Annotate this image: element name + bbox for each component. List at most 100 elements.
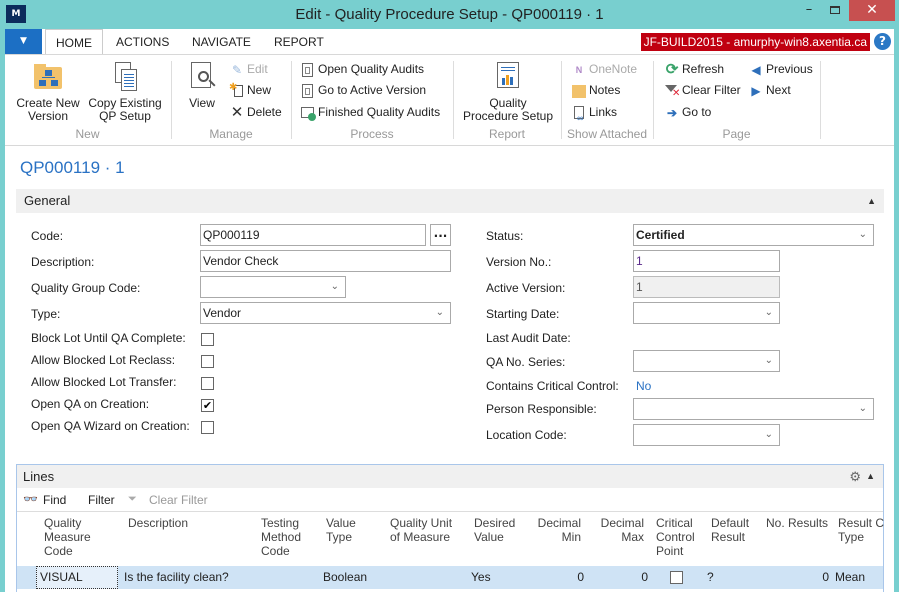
quality-procedure-setup-report-button[interactable]: Quality Procedure Setup — [460, 61, 556, 123]
copy-existing-qp-setup-button[interactable]: Copy Existing QP Setup — [85, 61, 165, 123]
lines-toolbar: 👓 Find Filter ⏷ Clear Filter — [17, 488, 883, 512]
create-new-version-button[interactable]: Create New Version — [13, 61, 83, 123]
collapse-icon[interactable]: ▲ — [866, 465, 875, 488]
code-field[interactable]: QP000119 — [200, 224, 426, 246]
allow-transfer-checkbox[interactable] — [201, 377, 214, 390]
allow-reclass-checkbox[interactable] — [201, 355, 214, 368]
collapse-icon[interactable]: ▲ — [867, 189, 876, 213]
cell-desired-value[interactable]: Yes — [471, 570, 491, 584]
go-to-label: Go to — [682, 105, 712, 119]
open-wizard-checkbox[interactable] — [201, 421, 214, 434]
description-field[interactable]: Vendor Check — [200, 250, 451, 272]
application-menu-button[interactable]: ▼ — [5, 29, 42, 54]
links-button[interactable]: ∞ Links — [571, 103, 617, 122]
location-code-dropdown[interactable]: ⌄ — [633, 424, 780, 446]
gears-icon[interactable]: ⚙ — [849, 465, 861, 488]
onenote-button[interactable]: N OneNote — [571, 60, 637, 78]
app-window: M Edit - Quality Procedure Setup - QP000… — [0, 0, 899, 592]
open-qa-checkbox[interactable]: ✔ — [201, 399, 214, 412]
help-icon[interactable]: ? — [874, 33, 891, 50]
close-button[interactable]: ✕ — [849, 0, 895, 21]
cell-description[interactable]: Is the facility clean? — [124, 570, 229, 584]
tab-navigate[interactable]: NAVIGATE — [192, 29, 251, 54]
lines-header[interactable]: Lines ⚙ ▲ — [17, 465, 883, 488]
refresh-label: Refresh — [682, 62, 725, 76]
column-header[interactable]: Decimal Min — [525, 516, 581, 544]
go-to-button[interactable]: ➔ Go to — [664, 103, 711, 121]
previous-button[interactable]: ◀ Previous — [748, 60, 812, 78]
quality-group-code-dropdown[interactable]: ⌄ — [200, 276, 346, 298]
cell-no-results[interactable]: 0 — [766, 570, 829, 584]
finished-quality-audits-button[interactable]: Finished Quality Audits — [300, 103, 440, 121]
open-quality-audits-label: Open Quality Audits — [318, 62, 425, 76]
column-header[interactable]: Description — [128, 516, 188, 530]
delete-label: Delete — [247, 105, 282, 119]
clear-filter-button[interactable]: Clear Filter — [149, 493, 208, 507]
cell-default-result[interactable]: ? — [707, 570, 714, 584]
tab-report[interactable]: REPORT — [274, 29, 324, 54]
tab-actions[interactable]: ACTIONS — [116, 29, 169, 54]
qa-no-series-label: QA No. Series: — [486, 355, 566, 369]
column-header[interactable]: Default Result — [711, 516, 749, 544]
arrow-right-icon: ➔ — [666, 105, 678, 120]
column-header[interactable]: Desired Value — [474, 516, 515, 544]
page-title: QP000119 · 1 — [20, 158, 125, 177]
page-content: QP000119 · 1 General ▲ Code: QP000119 ..… — [5, 146, 894, 592]
column-header[interactable]: Quality Measure Code — [44, 516, 91, 558]
lines-header-label: Lines — [23, 469, 55, 484]
general-fasttab-header[interactable]: General ▲ — [16, 189, 884, 213]
tab-home[interactable]: HOME — [45, 29, 103, 54]
title-bar: M Edit - Quality Procedure Setup - QP000… — [0, 0, 899, 29]
next-arrow-icon: ▶ — [751, 83, 761, 98]
qa-no-series-dropdown[interactable]: ⌄ — [633, 350, 780, 372]
note-icon — [571, 83, 587, 99]
column-header[interactable]: Value Type — [326, 516, 356, 544]
status-dropdown[interactable]: Certified ⌄ — [633, 224, 874, 246]
version-no-field[interactable]: 1 — [633, 250, 780, 272]
cell-decimal-max[interactable]: 0 — [589, 570, 648, 584]
go-to-active-version-label: Go to Active Version — [318, 83, 427, 97]
notes-button[interactable]: Notes — [571, 81, 620, 99]
open-quality-audits-button[interactable]: Open Quality Audits — [300, 60, 424, 78]
critical-control-point-checkbox[interactable] — [670, 571, 683, 584]
type-dropdown[interactable]: Vendor ⌄ — [200, 302, 451, 324]
column-header[interactable]: Critical Control Point — [656, 516, 695, 558]
clear-filter-button[interactable]: ✕ Clear Filter — [664, 81, 741, 99]
column-header[interactable]: Result Ca Type — [838, 516, 884, 544]
column-header[interactable]: Quality Unit of Measure — [390, 516, 452, 544]
edit-button[interactable]: ✎ Edit — [229, 60, 268, 78]
next-button[interactable]: ▶ Next — [748, 81, 790, 99]
minimize-button[interactable]: – — [796, 0, 822, 21]
refresh-button[interactable]: ⟳ Refresh — [664, 60, 724, 78]
lines-column-headers: Quality Measure Code Description Testing… — [17, 512, 884, 566]
ribbon-group-report: Quality Procedure Setup Report — [454, 55, 560, 145]
view-label: View — [189, 96, 215, 110]
delete-button[interactable]: ✕ Delete — [229, 103, 282, 121]
starting-date-label: Starting Date: — [486, 307, 560, 321]
cell-decimal-min[interactable]: 0 — [525, 570, 584, 584]
column-header[interactable]: Testing Method Code — [261, 516, 301, 558]
new-button[interactable]: ✱ New — [229, 81, 271, 99]
description-label: Description: — [31, 255, 95, 269]
filter-button[interactable]: Filter — [88, 493, 115, 507]
group-label-new: New — [75, 127, 100, 141]
block-lot-checkbox[interactable] — [201, 333, 214, 346]
table-row[interactable]: VISUAL Is the facility clean? Boolean Ye… — [17, 566, 883, 589]
find-button[interactable]: Find — [43, 493, 66, 507]
maximize-button[interactable] — [822, 0, 848, 21]
view-button[interactable]: View — [180, 61, 224, 110]
go-to-active-version-button[interactable]: Go to Active Version — [300, 81, 426, 99]
column-header[interactable]: Decimal Max — [589, 516, 644, 544]
starting-date-field[interactable]: ⌄ — [633, 302, 780, 324]
chevron-down-icon: ⌄ — [858, 229, 867, 240]
cell-result-calc-type[interactable]: Mean — [835, 570, 865, 584]
cell-value-type[interactable]: Boolean — [323, 570, 367, 584]
last-audit-date-label: Last Audit Date: — [486, 331, 571, 345]
ribbon-group-manage: View ✎ Edit ✱ New ✕ Delete Manage — [172, 55, 290, 145]
cell-quality-measure-code[interactable]: VISUAL — [40, 570, 83, 584]
code-lookup-button[interactable]: ... — [430, 224, 451, 246]
critical-control-value[interactable]: No — [636, 379, 651, 393]
block-lot-label: Block Lot Until QA Complete: — [31, 331, 186, 345]
person-responsible-dropdown[interactable]: ⌄ — [633, 398, 874, 420]
column-header[interactable]: No. Results — [766, 516, 828, 530]
